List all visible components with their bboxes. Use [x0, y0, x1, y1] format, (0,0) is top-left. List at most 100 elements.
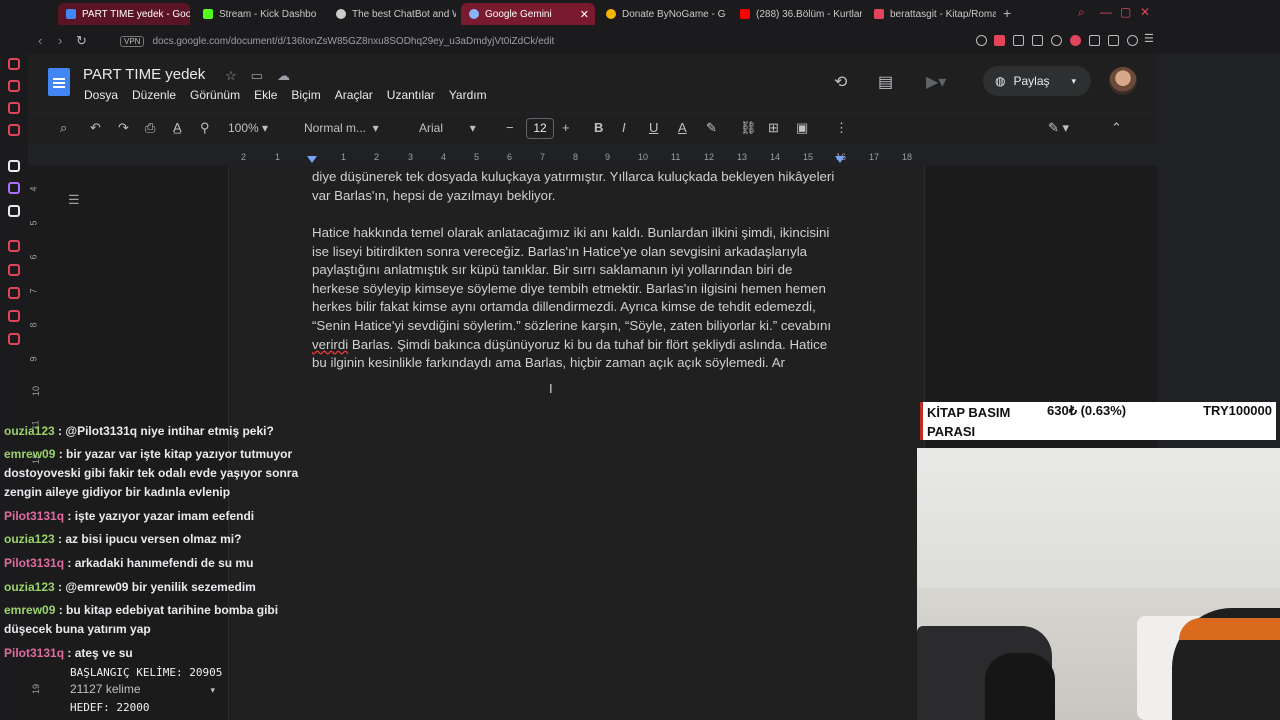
text-color-icon[interactable]: A: [678, 120, 687, 135]
menu-edit[interactable]: Düzenle: [132, 88, 176, 102]
tab-kitap[interactable]: berattasgit - Kitap/Roman: [866, 3, 996, 25]
docs-favicon-icon: [66, 9, 76, 19]
comment-icon[interactable]: ▤: [878, 72, 893, 92]
ruler-number: 4: [441, 152, 447, 162]
menu-file[interactable]: Dosya: [84, 88, 118, 102]
snapshot-icon[interactable]: [1013, 35, 1024, 46]
avatar[interactable]: [1109, 67, 1137, 95]
settings-icon[interactable]: [8, 333, 20, 345]
bold-icon[interactable]: B: [594, 120, 603, 135]
cloud-status-icon[interactable]: ☁: [277, 68, 290, 84]
profile-icon[interactable]: [1127, 35, 1138, 46]
docs-logo-icon[interactable]: [48, 68, 70, 96]
word-count[interactable]: 21127 kelime ▾: [70, 681, 222, 699]
zoom-icon[interactable]: [976, 35, 987, 46]
collapse-menus-icon[interactable]: ⌃: [1111, 120, 1122, 136]
spellcheck-icon[interactable]: A̲: [173, 120, 182, 135]
menu-extensions[interactable]: Uzantılar: [387, 88, 435, 102]
ruler-number: 8: [573, 152, 579, 162]
twitch-icon[interactable]: [8, 182, 20, 194]
sidebar-icon[interactable]: [8, 58, 20, 70]
ruler-number: 11: [671, 152, 681, 162]
menu-view[interactable]: Görünüm: [190, 88, 240, 102]
tab-gemini[interactable]: Google Gemini ✕: [461, 3, 595, 25]
tab-docs[interactable]: PART TIME yedek - Goog: [58, 3, 190, 25]
misspelled-word[interactable]: verirdi: [312, 337, 348, 352]
share-button[interactable]: ◍ Paylaş ▾: [983, 66, 1091, 96]
menu-help[interactable]: Yardım: [449, 88, 487, 102]
minimize-icon[interactable]: —: [1100, 5, 1112, 19]
document-title[interactable]: PART TIME yedek: [83, 66, 205, 83]
paint-format-icon[interactable]: ⚲: [200, 120, 210, 136]
tab-kick[interactable]: Stream - Kick Dashbo: [195, 3, 323, 25]
italic-icon[interactable]: I: [622, 120, 626, 135]
tab-youtube[interactable]: (288) 36.Bölüm - Kurtlar: [732, 3, 862, 25]
font-size-input[interactable]: 12: [526, 118, 554, 139]
sidebar-icon[interactable]: [8, 264, 20, 276]
undo-icon[interactable]: ↶: [90, 120, 101, 136]
heart-icon[interactable]: [1070, 35, 1081, 46]
history-icon[interactable]: ⟲: [834, 72, 847, 92]
ruler-number: 13: [737, 152, 748, 162]
decrease-font-icon[interactable]: −: [506, 120, 514, 135]
maximize-icon[interactable]: ▢: [1120, 5, 1131, 19]
url-text[interactable]: docs.google.com/document/d/136tonZsW85GZ…: [152, 36, 554, 47]
insert-image-icon[interactable]: ▣: [796, 120, 808, 136]
chevron-down-icon[interactable]: ▾: [211, 685, 216, 695]
menu-tools[interactable]: Araçlar: [335, 88, 373, 102]
editing-mode-icon[interactable]: ✎ ▾: [1048, 120, 1069, 136]
back-icon[interactable]: ‹: [38, 33, 42, 48]
vpn-badge[interactable]: VPN: [120, 35, 145, 47]
extensions-icon[interactable]: [1089, 35, 1100, 46]
video-icon[interactable]: ▶▾: [926, 72, 946, 92]
url-field[interactable]: VPN docs.google.com/document/d/136tonZsW…: [120, 32, 554, 50]
extension-icon[interactable]: [994, 35, 1005, 46]
highlight-icon[interactable]: ✎: [706, 120, 717, 136]
paragraph[interactable]: Hatice hakkında temel olarak anlatacağım…: [312, 224, 838, 373]
paragraph[interactable]: diye düşünerek tek dosyada kuluçkaya yat…: [312, 168, 838, 205]
chat-message: ouzia123 : @Pilot3131q niye intihar etmi…: [4, 424, 274, 438]
star-icon[interactable]: ☆: [225, 68, 237, 84]
right-indent-marker[interactable]: [835, 156, 845, 163]
ruler-number: 3: [408, 152, 414, 162]
move-folder-icon[interactable]: ▭: [251, 68, 263, 84]
outline-icon[interactable]: ☰: [68, 192, 80, 208]
print-icon[interactable]: ⎙: [145, 120, 155, 136]
font-select[interactable]: Arial ▾: [419, 121, 476, 135]
increase-font-icon[interactable]: +: [562, 120, 570, 135]
tab-chatbot[interactable]: The best ChatBot and W: [328, 3, 456, 25]
close-tab-icon[interactable]: ✕: [580, 8, 589, 21]
easy-setup-icon[interactable]: [1051, 35, 1062, 46]
search-menus-icon[interactable]: ⌕: [60, 120, 67, 136]
x-icon[interactable]: [8, 205, 20, 217]
menu-insert[interactable]: Ekle: [254, 88, 277, 102]
sidebar-icon[interactable]: [8, 102, 20, 114]
menu-format[interactable]: Biçim: [291, 88, 320, 102]
ruler-number: 5: [28, 220, 39, 226]
more-options-icon[interactable]: ⋮: [835, 120, 848, 136]
search-tabs-icon[interactable]: ⌕: [1078, 5, 1085, 20]
chatgpt-icon[interactable]: [8, 160, 20, 172]
download-icon[interactable]: [1108, 35, 1119, 46]
forward-icon[interactable]: ›: [58, 33, 62, 48]
add-comment-icon[interactable]: ⊞: [768, 120, 779, 136]
underline-icon[interactable]: U: [649, 120, 658, 135]
redo-icon[interactable]: ↷: [118, 120, 129, 136]
left-indent-marker[interactable]: [307, 156, 317, 163]
style-select[interactable]: Normal m... ▾: [304, 121, 379, 135]
clock-icon[interactable]: [8, 287, 20, 299]
sidebar-icon[interactable]: [8, 80, 20, 92]
window-close-icon[interactable]: ✕: [1140, 5, 1150, 19]
reload-icon[interactable]: ↻: [76, 33, 87, 49]
tab-donate[interactable]: Donate ByNoGame - Gele: [598, 3, 726, 25]
player-icon[interactable]: [1032, 35, 1043, 46]
new-tab-button[interactable]: +: [1003, 5, 1011, 21]
title-actions: ☆ ▭ ☁: [225, 68, 290, 84]
menu-icon[interactable]: ☰: [1144, 32, 1155, 45]
link-icon[interactable]: ⛓: [740, 120, 757, 136]
sidebar-icon[interactable]: [8, 124, 20, 136]
zoom-select[interactable]: 100% ▾: [228, 121, 268, 135]
sidebar-icon[interactable]: [8, 240, 20, 252]
sidebar-icon[interactable]: [8, 310, 20, 322]
chevron-down-icon[interactable]: ▾: [1072, 76, 1077, 87]
